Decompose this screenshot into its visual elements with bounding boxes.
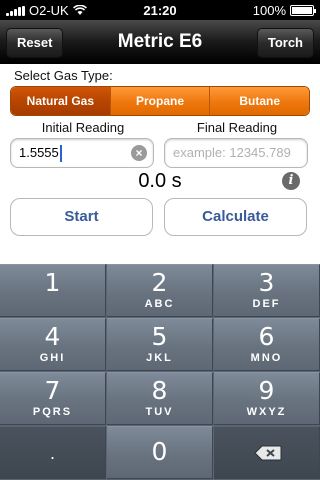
- key-letters: ABC: [144, 298, 175, 310]
- gas-option-butane[interactable]: Butane: [209, 87, 309, 115]
- initial-reading-label: Initial Reading: [41, 120, 125, 135]
- clear-icon[interactable]: ×: [131, 145, 147, 161]
- timer-display: 0.0 s: [138, 170, 182, 192]
- delete-key[interactable]: [214, 426, 320, 479]
- key-5[interactable]: 5 JKL: [107, 318, 213, 371]
- key-6[interactable]: 6 MNO: [214, 318, 320, 371]
- key-letters: DEF: [252, 298, 281, 310]
- key-8[interactable]: 8 TUV: [107, 372, 213, 425]
- numeric-keypad: 1 2 ABC 3 DEF 4 GHI 5 JKL 6 MNO 7 PQRS 8…: [0, 264, 320, 480]
- main-content: Select Gas Type: Natural Gas Propane But…: [0, 64, 320, 264]
- key-letters: MNO: [250, 352, 283, 364]
- key-number: 3: [258, 268, 275, 297]
- key-1[interactable]: 1: [0, 264, 106, 317]
- battery-info: 100%: [252, 3, 316, 18]
- key-number: 4: [44, 322, 61, 351]
- key-number: 8: [151, 376, 168, 405]
- initial-reading-value: 1.5555: [19, 145, 59, 160]
- key-0[interactable]: 0: [107, 426, 213, 479]
- key-2[interactable]: 2 ABC: [107, 264, 213, 317]
- status-bar: O2-UK 21:20 100%: [0, 0, 320, 20]
- gas-type-selector: Natural Gas Propane Butane: [10, 86, 310, 116]
- torch-button[interactable]: Torch: [256, 28, 314, 58]
- key-3[interactable]: 3 DEF: [214, 264, 320, 317]
- key-letters: GHI: [39, 352, 66, 364]
- gas-type-label: Select Gas Type:: [14, 68, 113, 83]
- decimal-symbol: .: [49, 443, 55, 463]
- final-reading-placeholder: example: 12345.789: [173, 145, 291, 160]
- key-4[interactable]: 4 GHI: [0, 318, 106, 371]
- battery-icon: [290, 5, 316, 16]
- start-button[interactable]: Start: [10, 198, 153, 236]
- key-decimal[interactable]: .: [0, 426, 106, 479]
- reset-button[interactable]: Reset: [6, 28, 64, 58]
- key-letters: PQRS: [32, 406, 73, 418]
- initial-reading-input[interactable]: 1.5555 ×: [10, 138, 154, 168]
- backspace-icon: [254, 445, 282, 461]
- key-9[interactable]: 9 WXYZ: [214, 372, 320, 425]
- key-7[interactable]: 7 PQRS: [0, 372, 106, 425]
- key-number: 7: [44, 376, 61, 405]
- key-letters: JKL: [146, 352, 173, 364]
- navigation-bar: Metric E6 Reset Torch: [0, 20, 320, 64]
- key-letters: TUV: [145, 406, 174, 418]
- info-icon[interactable]: i: [282, 172, 300, 190]
- final-reading-input[interactable]: example: 12345.789: [164, 138, 308, 168]
- key-letters: WXYZ: [246, 406, 287, 418]
- key-number: 5: [151, 322, 168, 351]
- key-number: 0: [151, 437, 168, 466]
- gas-option-natural-gas[interactable]: Natural Gas: [11, 87, 110, 115]
- key-number: 1: [44, 268, 61, 297]
- key-number: 9: [258, 376, 275, 405]
- key-number: 2: [151, 268, 168, 297]
- calculate-button[interactable]: Calculate: [164, 198, 307, 236]
- gas-option-propane[interactable]: Propane: [109, 87, 210, 115]
- final-reading-label: Final Reading: [196, 120, 278, 135]
- battery-percent: 100%: [252, 3, 286, 18]
- text-cursor: [59, 145, 62, 163]
- key-number: 6: [258, 322, 275, 351]
